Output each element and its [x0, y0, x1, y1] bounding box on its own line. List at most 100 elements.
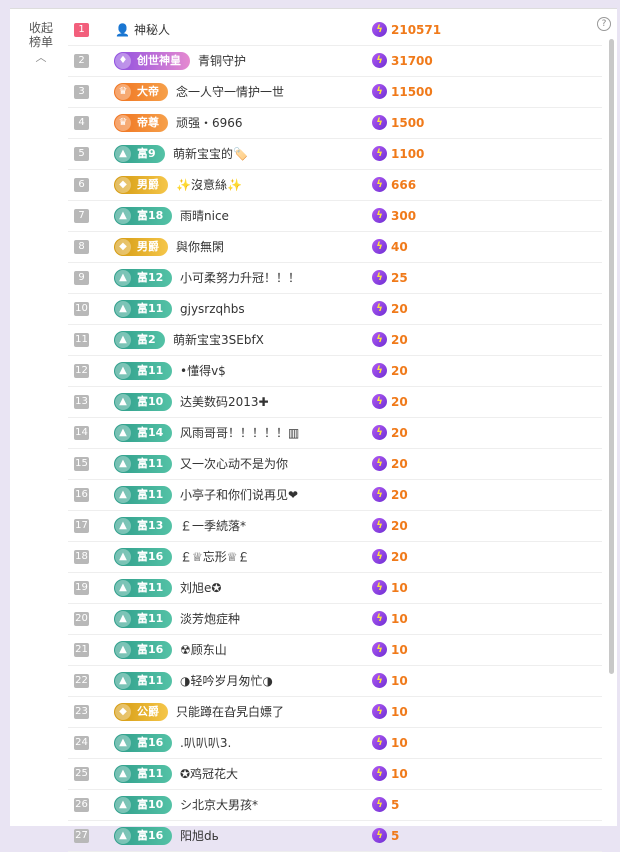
user-name[interactable]: 萌新宝宝的🏷️: [173, 146, 248, 162]
ranking-row[interactable]: 19 ▲ 富11 刘旭e✪ ϟ 10: [68, 573, 602, 604]
rich-badge-icon: ▲: [115, 301, 131, 317]
lightning-icon: ϟ: [372, 239, 387, 254]
user-name[interactable]: 阳旭dь: [180, 828, 219, 844]
ranking-row[interactable]: 11 ▲ 富2 萌新宝宝3SEbfX ϟ 20: [68, 325, 602, 356]
user-name[interactable]: 刘旭e✪: [180, 580, 221, 596]
rank-number: 23: [74, 705, 89, 719]
user-name[interactable]: 小亭子和你们说再见❤: [180, 487, 298, 503]
score-value: 10: [391, 581, 408, 595]
ranking-row[interactable]: 18 ▲ 富16 ￡♕忘形♕￡ ϟ 20: [68, 542, 602, 573]
rich-badge-icon: ▲: [115, 487, 131, 503]
ranking-row[interactable]: 2 ♦ 创世神皇 青铜守护 ϟ 31700: [68, 46, 602, 77]
user-name[interactable]: 與你無閑: [176, 239, 224, 255]
ranking-row[interactable]: 20 ▲ 富11 淡芳炮症种 ϟ 10: [68, 604, 602, 635]
ranking-row[interactable]: 17 ▲ 富13 ￡一季続落* ϟ 20: [68, 511, 602, 542]
rich-badge-icon: ▲: [115, 766, 131, 782]
ranking-row[interactable]: 1 👤 神秘人 ϟ 210571: [68, 15, 602, 46]
rank-number: 14: [74, 426, 89, 440]
ranking-row[interactable]: 24 ▲ 富16 .叭叭叭3. ϟ 10: [68, 728, 602, 759]
level-badge-label: 富2: [137, 333, 156, 346]
score-value: 10: [391, 736, 408, 750]
user-name[interactable]: 又一次心动不是为你: [180, 456, 288, 472]
user-name[interactable]: ✪鸡冠花大: [180, 766, 238, 782]
rich-badge-icon: ▲: [115, 797, 131, 813]
ranking-row[interactable]: 6 ◆ 男爵 ✨沒意絲✨ ϟ 666: [68, 170, 602, 201]
user-name[interactable]: 只能蹲在旮旯白嫖了: [176, 704, 284, 720]
level-badge-label: 富16: [137, 550, 164, 563]
level-badge-label: 富11: [137, 488, 164, 501]
level-badge: ◆ 男爵: [114, 176, 168, 194]
ranking-row[interactable]: 25 ▲ 富11 ✪鸡冠花大 ϟ 10: [68, 759, 602, 790]
ranking-panel: 收起榜单 ︿ ? 1 👤 神秘人 ϟ 210571 2 ♦ 创世神皇 青铜守护 ϟ 31700 3 ♛ 大…: [10, 8, 617, 852]
level-badge-label: 富16: [137, 643, 164, 656]
user-name[interactable]: ☢顾东山: [180, 642, 227, 658]
user-name[interactable]: .叭叭叭3.: [180, 735, 231, 751]
ranking-row[interactable]: 13 ▲ 富10 达美数码2013✚ ϟ 20: [68, 387, 602, 418]
ranking-row[interactable]: 5 ▲ 富9 萌新宝宝的🏷️ ϟ 1100: [68, 139, 602, 170]
scrollbar[interactable]: [609, 39, 614, 674]
user-name[interactable]: 萌新宝宝3SEbfX: [173, 332, 264, 348]
mystery-user-icon: 👤: [115, 23, 130, 37]
rank-number: 8: [74, 240, 89, 254]
collapse-ranking-button[interactable]: 收起榜单 ︿: [26, 21, 56, 65]
user-name[interactable]: 念一人守一情护一世: [176, 84, 284, 100]
level-badge: ▲ 富11: [114, 765, 173, 783]
user-name[interactable]: 达美数码2013✚: [180, 394, 269, 410]
collapse-ranking-label: 收起榜单: [28, 21, 53, 49]
lightning-icon: ϟ: [372, 518, 387, 533]
score-value: 11500: [391, 85, 433, 99]
user-name[interactable]: 神秘人: [134, 22, 170, 38]
ranking-row[interactable]: 12 ▲ 富11 •懂得v$ ϟ 20: [68, 356, 602, 387]
ranking-row[interactable]: 14 ▲ 富14 风雨哥哥！！！！！▥ ϟ 20: [68, 418, 602, 449]
ranking-row[interactable]: 27 ▲ 富16 阳旭dь ϟ 5: [68, 821, 602, 852]
rank-number: 16: [74, 488, 89, 502]
user-name[interactable]: ◑轻吟岁月匆忙◑: [180, 673, 273, 689]
ranking-row[interactable]: 3 ♛ 大帝 念一人守一情护一世 ϟ 11500: [68, 77, 602, 108]
user-name[interactable]: 小可柔努力升冠！！！: [180, 270, 300, 286]
user-name[interactable]: 风雨哥哥！！！！！▥: [180, 425, 299, 441]
ranking-row[interactable]: 26 ▲ 富10 シ北京大男孩* ϟ 5: [68, 790, 602, 821]
user-name[interactable]: 淡芳炮症种: [180, 611, 240, 627]
rich-badge-icon: ▲: [115, 642, 131, 658]
rank-number: 1: [74, 23, 89, 37]
user-name[interactable]: •懂得v$: [180, 363, 226, 379]
user-name[interactable]: シ北京大男孩*: [180, 797, 258, 813]
user-name[interactable]: 雨晴nice: [180, 208, 229, 224]
rich-badge-icon: ▲: [115, 828, 131, 844]
emperor-badge-icon: ♛: [115, 115, 131, 131]
user-name[interactable]: gjysrzqhbs: [180, 301, 245, 317]
score-value: 10: [391, 674, 408, 688]
rank-number: 3: [74, 85, 89, 99]
ranking-row[interactable]: 8 ◆ 男爵 與你無閑 ϟ 40: [68, 232, 602, 263]
user-name[interactable]: 顽强・6966: [176, 115, 243, 131]
ranking-row[interactable]: 16 ▲ 富11 小亭子和你们说再见❤ ϟ 20: [68, 480, 602, 511]
rich-badge-icon: ▲: [115, 363, 131, 379]
ranking-row[interactable]: 9 ▲ 富12 小可柔努力升冠！！！ ϟ 25: [68, 263, 602, 294]
ranking-row[interactable]: 4 ♛ 帝尊 顽强・6966 ϟ 1500: [68, 108, 602, 139]
level-badge: ▲ 富16: [114, 548, 173, 566]
user-name[interactable]: ￡一季続落*: [180, 518, 246, 534]
score-value: 20: [391, 550, 408, 564]
level-badge-label: 富10: [137, 798, 164, 811]
user-name[interactable]: ￡♕忘形♕￡: [180, 549, 250, 565]
rank-number: 24: [74, 736, 89, 750]
ranking-row[interactable]: 7 ▲ 富18 雨晴nice ϟ 300: [68, 201, 602, 232]
ranking-row[interactable]: 15 ▲ 富11 又一次心动不是为你 ϟ 20: [68, 449, 602, 480]
score-value: 20: [391, 364, 408, 378]
level-badge-label: 富12: [137, 271, 164, 284]
level-badge: ▲ 富16: [114, 641, 173, 659]
ranking-row[interactable]: 21 ▲ 富16 ☢顾东山 ϟ 10: [68, 635, 602, 666]
level-badge: ♦ 创世神皇: [114, 52, 190, 70]
rank-number: 5: [74, 147, 89, 161]
ranking-row[interactable]: 10 ▲ 富11 gjysrzqhbs ϟ 20: [68, 294, 602, 325]
rich-badge-icon: ▲: [115, 425, 131, 441]
score-value: 10: [391, 705, 408, 719]
user-name[interactable]: ✨沒意絲✨: [176, 177, 242, 193]
ranking-row[interactable]: 22 ▲ 富11 ◑轻吟岁月匆忙◑ ϟ 10: [68, 666, 602, 697]
level-badge: ▲ 富2: [114, 331, 165, 349]
level-badge: ▲ 富13: [114, 517, 173, 535]
user-name[interactable]: 青铜守护: [198, 53, 246, 69]
lightning-icon: ϟ: [372, 828, 387, 843]
ranking-row[interactable]: 23 ◆ 公爵 只能蹲在旮旯白嫖了 ϟ 10: [68, 697, 602, 728]
level-badge: ▲ 富10: [114, 796, 173, 814]
